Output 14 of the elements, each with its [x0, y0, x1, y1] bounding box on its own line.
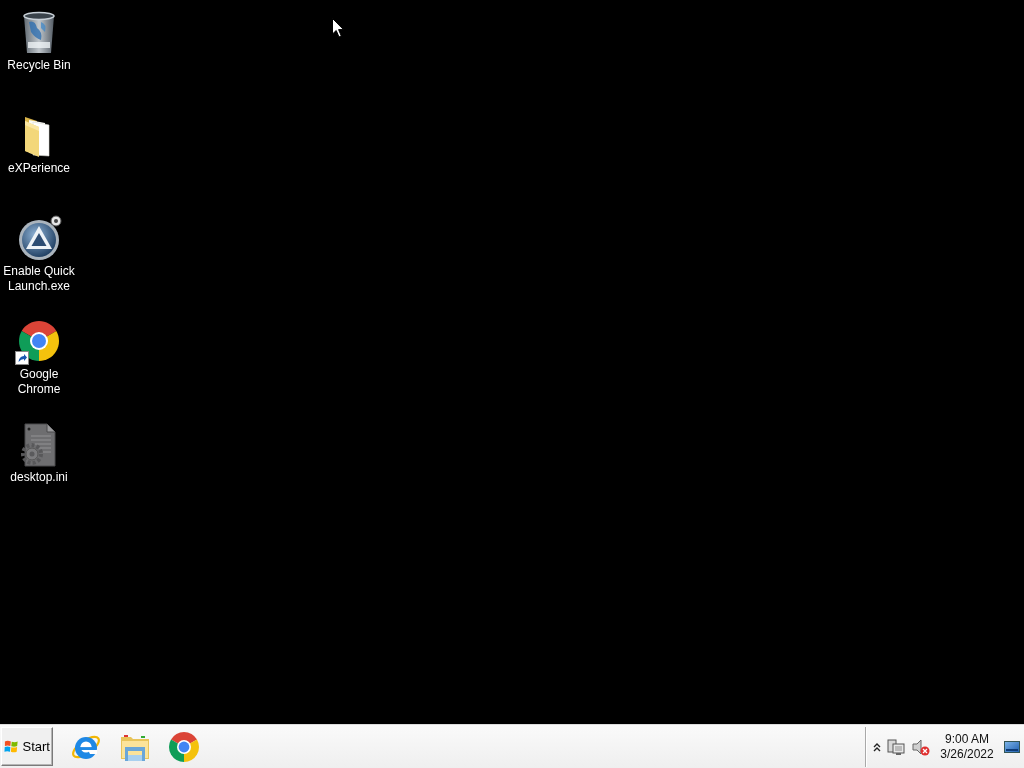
- icon-label[interactable]: Recycle Bin: [7, 58, 71, 73]
- icon-label[interactable]: eXPerience: [7, 161, 70, 176]
- icon-label[interactable]: desktop.ini: [10, 470, 68, 485]
- start-button[interactable]: Start: [1, 727, 53, 766]
- speaker-muted-icon[interactable]: [911, 738, 930, 756]
- icon-label[interactable]: Google Chrome: [1, 367, 77, 397]
- show-desktop-icon[interactable]: [1004, 741, 1020, 753]
- icon-label[interactable]: Enable Quick Launch.exe: [1, 264, 77, 294]
- chevron-up-icon[interactable]: [873, 742, 881, 752]
- clock-date[interactable]: 3/26/2022: [940, 747, 994, 762]
- network-icon[interactable]: [887, 738, 905, 756]
- flag-icon: [4, 739, 19, 754]
- clock-time[interactable]: 9:00 AM: [945, 732, 989, 747]
- mouse-cursor-icon: [332, 18, 344, 38]
